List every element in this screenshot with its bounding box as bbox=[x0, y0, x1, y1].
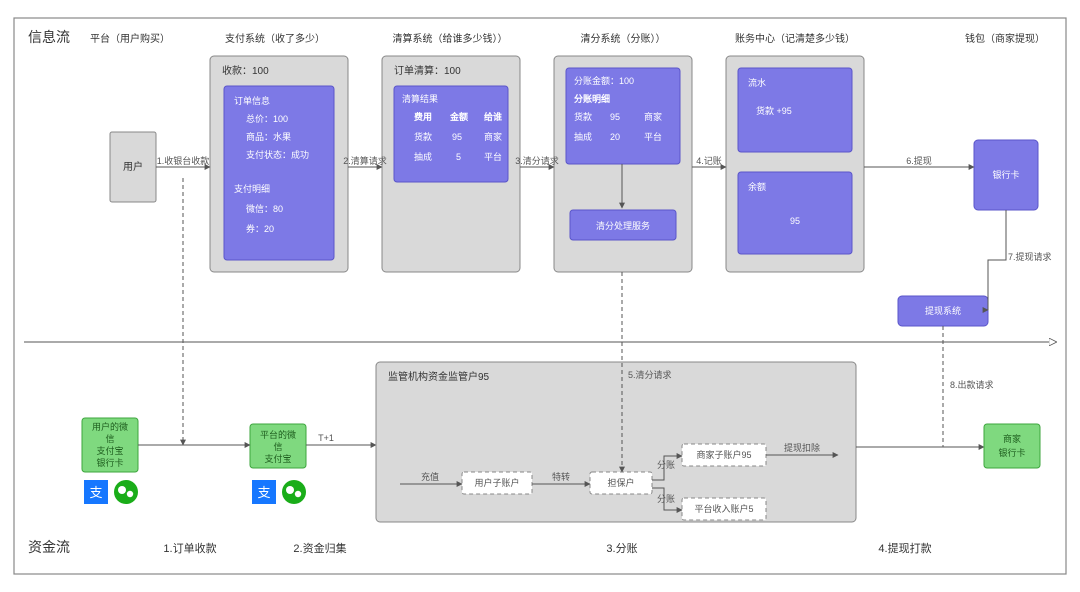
split-system: 分账金额：100 分账明细 货款 95 商家 抽成 20 平台 清分处理服务 bbox=[554, 56, 692, 272]
edge-1: 1.收银台收款 bbox=[157, 155, 210, 166]
svg-text:分账: 分账 bbox=[657, 494, 675, 504]
fund-step-2: 2.资金归集 bbox=[293, 541, 346, 555]
svg-text:银行卡: 银行卡 bbox=[992, 169, 1019, 180]
svg-text:提现扣除: 提现扣除 bbox=[784, 442, 820, 453]
svg-text:平台: 平台 bbox=[484, 151, 502, 162]
fund-user-card: 用户的微 信 支付宝 银行卡 bbox=[82, 418, 138, 472]
user-box: 用户 bbox=[110, 132, 156, 202]
edge-4: 4.记账 bbox=[696, 156, 722, 166]
clear-title: 订单清算：100 bbox=[394, 64, 461, 77]
split-detail: 分账明细 bbox=[574, 93, 610, 104]
pay-coupon: 券：20 bbox=[246, 223, 274, 234]
svg-text:支: 支 bbox=[257, 485, 270, 500]
wechat-icon bbox=[114, 480, 138, 504]
withdraw-system: 提现系统 bbox=[898, 296, 988, 326]
edge-8: 8.出款请求 bbox=[950, 379, 994, 390]
col-pay: 支付系统（收了多少） bbox=[225, 32, 325, 45]
svg-text:平台: 平台 bbox=[644, 131, 662, 142]
svg-text:费用: 费用 bbox=[414, 111, 432, 122]
pay-system: 收款：100 订单信息 总价：100 商品：水果 支付状态：成功 支付明细 微信… bbox=[210, 56, 348, 272]
ledger-flowline: 货款 +95 bbox=[756, 105, 792, 116]
svg-text:商家子账户95: 商家子账户95 bbox=[696, 449, 751, 460]
edge-6: 6.提现 bbox=[906, 156, 932, 166]
fund-merch-bank: 商家 银行卡 bbox=[984, 424, 1040, 468]
svg-text:商家: 商家 bbox=[1003, 433, 1021, 444]
svg-text:提现系统: 提现系统 bbox=[925, 305, 961, 316]
edge-5: 5.清分请求 bbox=[628, 369, 672, 380]
pay-goods: 商品：水果 bbox=[246, 131, 291, 142]
wechat-icon-2 bbox=[282, 480, 306, 504]
lane-info-label: 信息流 bbox=[28, 29, 70, 45]
ledger-bal: 余额 bbox=[748, 181, 766, 192]
svg-text:抽成: 抽成 bbox=[574, 131, 592, 142]
lane-fund-label: 资金流 bbox=[28, 539, 70, 555]
pay-detail: 支付明细 bbox=[234, 183, 270, 194]
svg-text:抽成: 抽成 bbox=[414, 151, 432, 162]
user-label: 用户 bbox=[123, 160, 143, 173]
clear-result: 清算结果 bbox=[402, 93, 438, 104]
fund-plat-card: 平台的微 信 支付宝 bbox=[250, 424, 306, 468]
pay-title: 收款：100 bbox=[222, 64, 269, 77]
svg-text:20: 20 bbox=[610, 132, 620, 142]
col-split: 清分系统（分账）） bbox=[581, 32, 666, 45]
svg-text:95: 95 bbox=[610, 112, 620, 122]
svg-text:清分处理服务: 清分处理服务 bbox=[596, 220, 650, 231]
edge-2: 2.清算请求 bbox=[343, 155, 387, 166]
pay-wechat: 微信：80 bbox=[246, 203, 283, 214]
col-clear: 清算系统（给谁多少钱）） bbox=[393, 32, 508, 45]
svg-text:支付宝: 支付宝 bbox=[264, 453, 291, 464]
svg-text:银行卡: 银行卡 bbox=[96, 457, 123, 468]
svg-text:充值: 充值 bbox=[421, 471, 439, 482]
ledger-balv: 95 bbox=[790, 216, 800, 226]
col-ledger: 账务中心（记清楚多少钱） bbox=[735, 32, 855, 45]
col-wallet: 钱包（商家提现） bbox=[965, 32, 1045, 45]
svg-text:特转: 特转 bbox=[552, 471, 570, 482]
fund-step-1: 1.订单收款 bbox=[163, 541, 216, 555]
svg-text:支付宝: 支付宝 bbox=[96, 445, 123, 456]
svg-text:信: 信 bbox=[105, 433, 114, 444]
svg-text:金额: 金额 bbox=[449, 111, 468, 122]
col-platform: 平台（用户购买） bbox=[90, 32, 170, 45]
pay-card bbox=[224, 86, 334, 260]
fund-step-4: 4.提现打款 bbox=[878, 541, 931, 555]
edge-7: 7.提现请求 bbox=[1008, 251, 1052, 262]
svg-text:监管机构资金监管户95: 监管机构资金监管户95 bbox=[388, 370, 490, 383]
svg-text:平台收入账户5: 平台收入账户5 bbox=[694, 503, 753, 514]
svg-text:用户的微: 用户的微 bbox=[92, 421, 128, 432]
svg-text:给谁: 给谁 bbox=[484, 111, 502, 122]
svg-text:商家: 商家 bbox=[644, 111, 662, 122]
split-title: 分账金额：100 bbox=[574, 75, 634, 86]
wallet-card: 银行卡 bbox=[974, 140, 1038, 210]
ledger-center: 流水 货款 +95 余额 95 bbox=[726, 56, 864, 272]
edge-3: 3.清分请求 bbox=[515, 155, 559, 166]
svg-text:商家: 商家 bbox=[484, 131, 502, 142]
svg-text:银行卡: 银行卡 bbox=[998, 447, 1025, 458]
pay-total: 总价：100 bbox=[246, 113, 288, 124]
svg-text:货款: 货款 bbox=[414, 131, 432, 142]
svg-text:用户子账户: 用户子账户 bbox=[474, 477, 519, 488]
pay-order: 订单信息 bbox=[234, 95, 270, 106]
ledger-flow: 流水 bbox=[748, 77, 766, 88]
fund-regulator: 监管机构资金监管户95 用户子账户 担保户 商家子账户95 平台收入账户5 充值… bbox=[376, 362, 856, 522]
svg-text:95: 95 bbox=[452, 132, 462, 142]
svg-text:分账: 分账 bbox=[657, 460, 675, 470]
svg-text:5: 5 bbox=[456, 152, 461, 162]
svg-text:信: 信 bbox=[273, 441, 282, 452]
svg-text:平台的微: 平台的微 bbox=[260, 429, 296, 440]
svg-text:支: 支 bbox=[89, 485, 102, 500]
clear-system: 订单清算：100 清算结果 费用 金额 给谁 货款 95 商家 抽成 5 平台 bbox=[382, 56, 520, 272]
fund-edge-tplus: T+1 bbox=[318, 433, 334, 443]
pay-status: 支付状态：成功 bbox=[246, 149, 309, 160]
svg-text:货款: 货款 bbox=[574, 111, 592, 122]
fund-step-3: 3.分账 bbox=[606, 542, 637, 555]
svg-text:担保户: 担保户 bbox=[607, 477, 634, 488]
